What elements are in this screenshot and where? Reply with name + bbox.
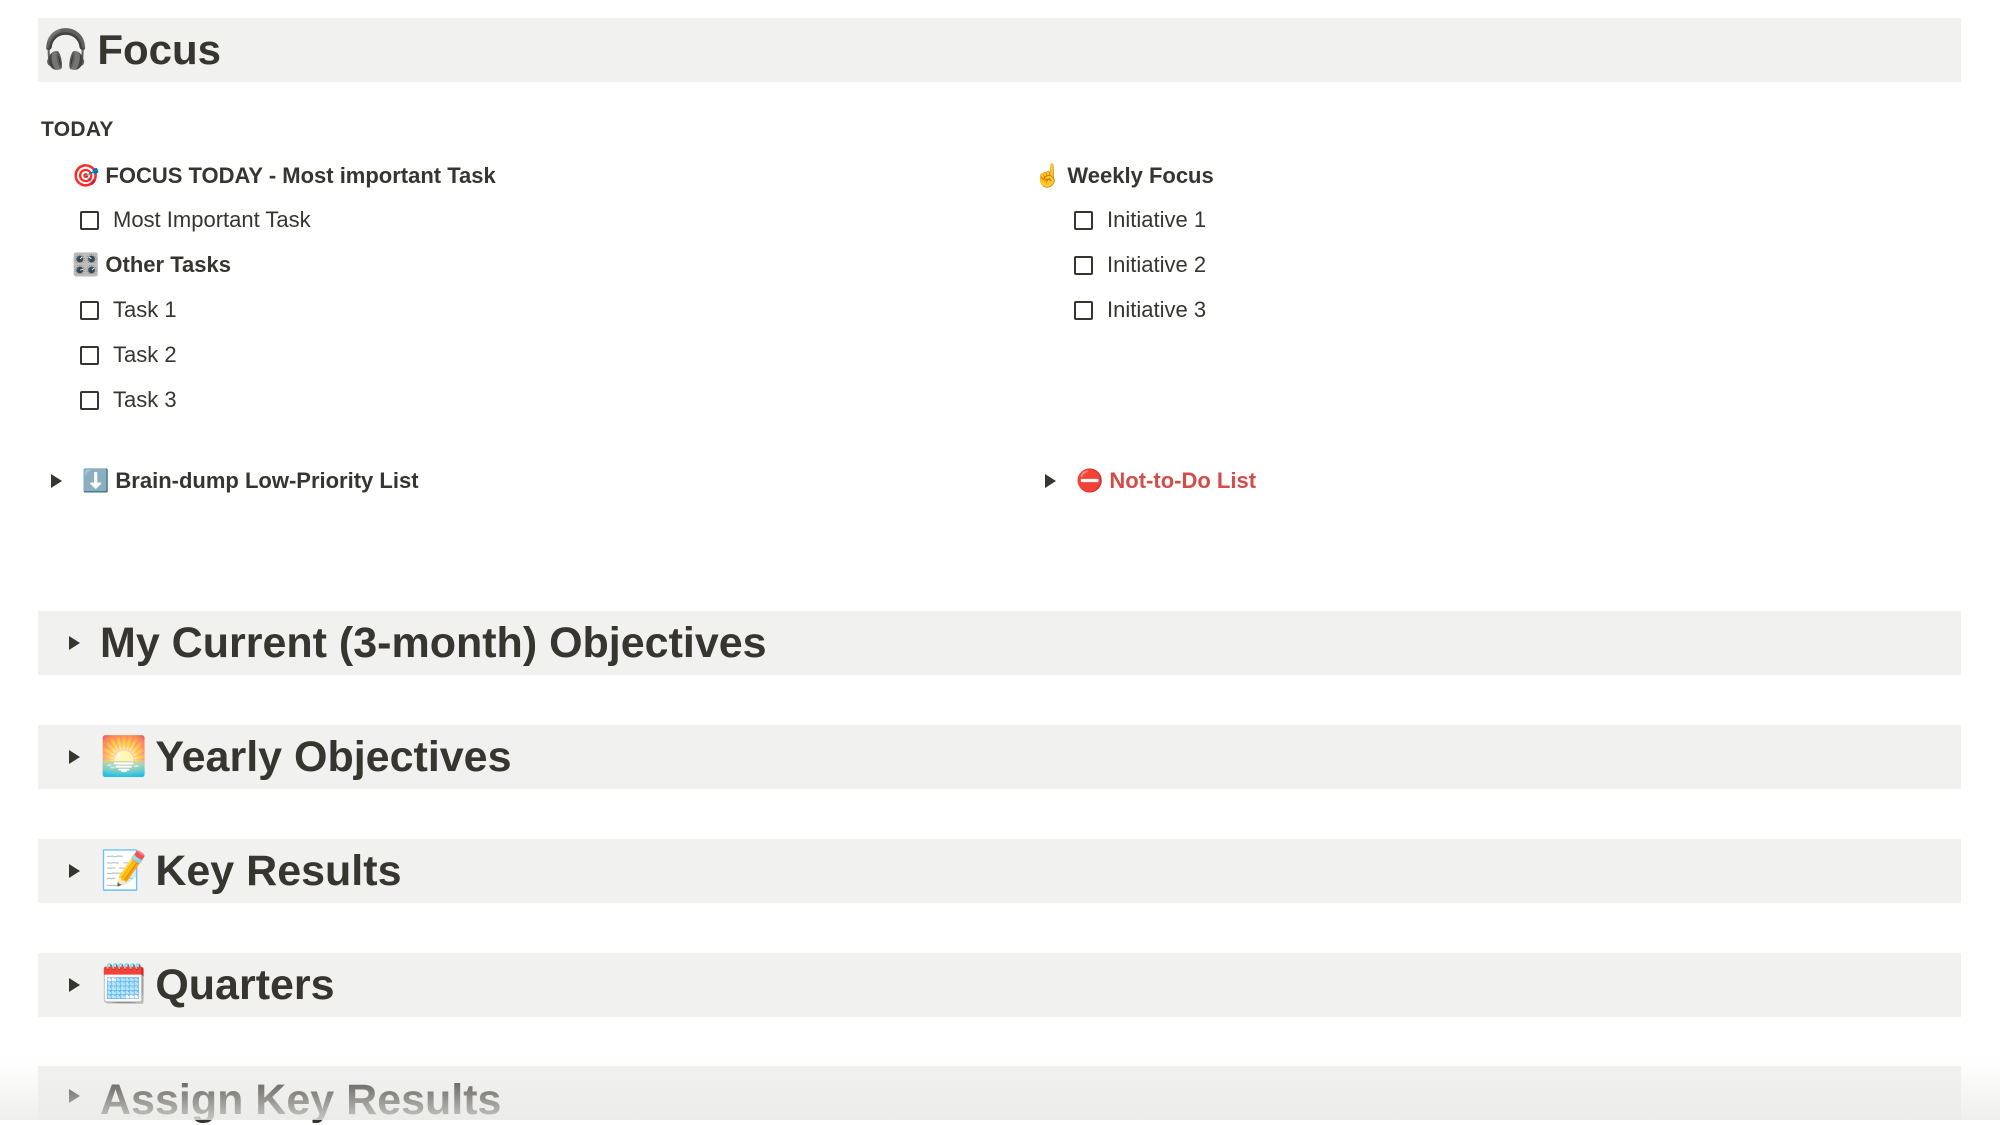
todo-checkbox[interactable] [80,390,99,410]
sunrise-icon: 🌅 [100,736,148,778]
brain-dump-label: Brain-dump Low-Priority List [115,468,419,493]
memo-icon: 📝 [100,850,148,892]
todo-checkbox[interactable] [1074,300,1093,320]
weekly-focus-label: Weekly Focus [1067,163,1214,188]
todo-checkbox[interactable] [80,300,99,320]
todo-label[interactable]: Most Important Task [113,207,311,233]
todo-label[interactable]: Initiative 1 [1107,207,1206,233]
todo-label[interactable]: Task 2 [113,342,177,368]
yearly-objectives-section: 🌅 Yearly Objectives [38,725,1961,789]
todo-item: Initiative 1 [1074,202,1206,238]
todo-label[interactable]: Task 3 [113,387,177,413]
toggle-triangle-icon[interactable] [56,623,92,663]
mit-heading: 🎯 FOCUS TODAY - Most important Task [72,158,496,194]
toggle-triangle-icon[interactable] [56,1076,92,1116]
quarters-section: 🗓️ Quarters [38,953,1961,1017]
toggle-triangle-icon[interactable] [56,851,92,891]
todo-item: Initiative 3 [1074,292,1206,328]
todo-label[interactable]: Task 1 [113,297,177,323]
current-objectives-section: My Current (3-month) Objectives [38,611,1961,675]
todo-item: Task 3 [80,382,177,418]
today-label: TODAY [41,118,114,141]
todo-label[interactable]: Initiative 2 [1107,252,1206,278]
down-arrow-icon: ⬇️ [82,468,110,493]
current-objectives-title[interactable]: My Current (3-month) Objectives [100,619,767,668]
todo-item: Task 1 [80,292,177,328]
assign-key-results-section: Assign Key Results [38,1066,1961,1124]
pointing-up-icon: ☝️ [1034,163,1062,188]
not-to-do-label: Not-to-Do List [1109,468,1257,493]
todo-label[interactable]: Initiative 3 [1107,297,1206,323]
todo-item: Most Important Task [80,202,311,238]
control-knobs-icon: 🎛️ [72,252,100,277]
todo-checkbox[interactable] [80,210,99,230]
target-icon: 🎯 [72,163,100,188]
focus-header: 🎧 Focus [38,18,1961,82]
key-results-title[interactable]: Key Results [155,847,401,896]
toggle-triangle-icon[interactable] [56,965,92,1005]
toggle-triangle-icon[interactable] [1032,461,1068,501]
todo-checkbox[interactable] [1074,210,1093,230]
brain-dump-toggle[interactable]: ⬇️ Brain-dump Low-Priority List [38,461,419,501]
toggle-triangle-icon[interactable] [38,461,74,501]
todo-item: Initiative 2 [1074,247,1206,283]
toggle-triangle-icon[interactable] [56,737,92,777]
calendar-icon: 🗓️ [100,964,148,1006]
no-entry-icon: ⛔ [1076,468,1104,493]
not-to-do-toggle[interactable]: ⛔ Not-to-Do List [1032,461,1256,501]
other-tasks-label: Other Tasks [105,252,231,277]
assign-key-results-title[interactable]: Assign Key Results [100,1076,501,1125]
mit-heading-label: FOCUS TODAY - Most important Task [105,163,496,188]
todo-checkbox[interactable] [1074,255,1093,275]
focus-title: Focus [97,26,222,73]
todo-item: Task 2 [80,337,177,373]
headphones-icon: 🎧 [42,29,90,71]
todo-checkbox[interactable] [80,345,99,365]
weekly-focus-heading: ☝️ Weekly Focus [1034,158,1214,194]
key-results-section: 📝 Key Results [38,839,1961,903]
quarters-title[interactable]: Quarters [155,961,334,1010]
other-tasks-heading: 🎛️ Other Tasks [72,247,231,283]
yearly-objectives-title[interactable]: Yearly Objectives [155,733,511,782]
